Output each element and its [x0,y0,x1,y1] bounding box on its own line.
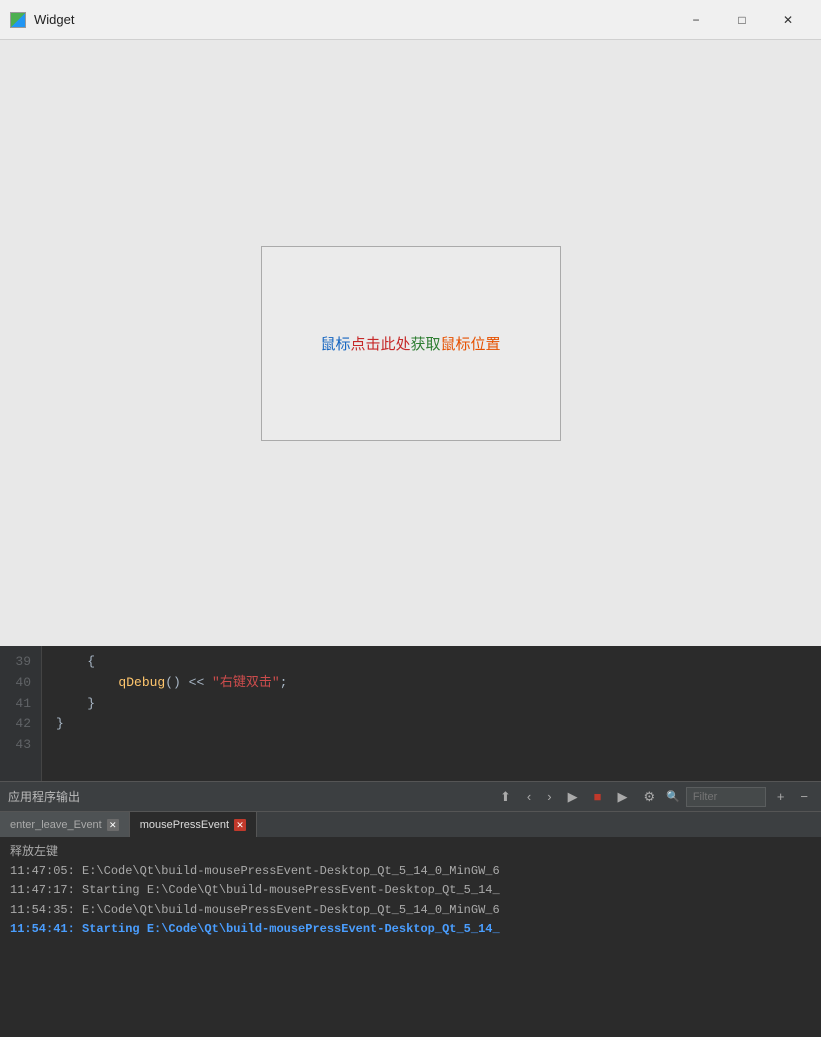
output-line-1: 释放左键 [10,843,811,862]
code-line-41: } [56,694,807,715]
line-num: 41 [10,694,31,715]
code-line-39: { [56,652,807,673]
filter-input[interactable] [686,787,766,807]
line-num: 40 [10,673,31,694]
line-num: 39 [10,652,31,673]
output-line-3: 11:47:05: E:\Code\Qt\build-mousePressEve… [10,862,811,881]
tab-close-mouse-press[interactable]: ✕ [234,819,246,831]
widget-text-part2: 点击此处 [350,333,410,354]
panel-title: 应用程序输出 [8,788,489,805]
widget-label: 鼠标点击此处获取鼠标位置 [320,333,500,354]
window-title: Widget [34,12,673,27]
add-panel-btn[interactable]: + [772,787,790,806]
minimize-button[interactable]: − [673,5,719,35]
widget-area: 鼠标点击此处获取鼠标位置 [0,40,821,646]
close-button[interactable]: ✕ [765,5,811,35]
code-content: { qDebug() << "右键双击"; } } [42,646,821,781]
widget-text-part3: 获取 [411,333,441,354]
widget-text-part1: 鼠标 [320,333,350,354]
toolbar-stop-btn[interactable]: ■ [589,787,607,806]
toolbar-back-btn[interactable]: ‹ [522,787,536,806]
tab-label-mouse-press: mousePressEvent [140,819,229,831]
line-numbers: 39 40 41 42 43 [0,646,42,781]
code-editor: 39 40 41 42 43 { qDebug() << "右键双击"; } } [0,646,821,781]
tab-mouse-press-event[interactable]: mousePressEvent ✕ [130,812,257,838]
maximize-button[interactable]: □ [719,5,765,35]
mouse-position-widget[interactable]: 鼠标点击此处获取鼠标位置 [261,246,561,441]
output-content: 释放左键 11:47:05: E:\Code\Qt\build-mousePre… [0,837,821,1037]
line-num: 43 [10,735,31,756]
code-line-42: } [56,714,807,735]
toolbar-forward-btn[interactable]: › [542,787,556,806]
toolbar-upload-btn[interactable]: ⬆ [495,787,516,807]
tab-enter-leave-event[interactable]: enter_leave_Event ✕ [0,812,130,838]
output-line-5: 11:47:17: Starting E:\Code\Qt\build-mous… [10,881,811,900]
filter-icon: 🔍 [666,790,680,803]
output-line-8: 11:54:41: Starting E:\Code\Qt\build-mous… [10,920,811,939]
remove-panel-btn[interactable]: − [795,787,813,806]
output-line-6: 11:54:35: E:\Code\Qt\build-mousePressEve… [10,901,811,920]
tab-label-enter-leave: enter_leave_Event [10,819,102,831]
toolbar-settings-btn[interactable]: ⚙ [638,787,660,807]
bottom-panel: 应用程序输出 ⬆ ‹ › ▶ ■ ▶ ⚙ 🔍 + − enter_leave_E… [0,781,821,1037]
toolbar-play-btn[interactable]: ▶ [563,787,583,807]
code-line-40: qDebug() << "右键双击"; [56,673,807,694]
window-controls: − □ ✕ [673,5,811,35]
widget-text-part4: 鼠标位置 [441,333,501,354]
tabs-bar: enter_leave_Event ✕ mousePressEvent ✕ [0,811,821,837]
tab-close-enter-leave[interactable]: ✕ [107,819,119,831]
panel-toolbar: 应用程序输出 ⬆ ‹ › ▶ ■ ▶ ⚙ 🔍 + − [0,781,821,811]
toolbar-debug-btn[interactable]: ▶ [612,787,632,807]
app-icon [10,12,26,28]
line-num: 42 [10,714,31,735]
title-bar: Widget − □ ✕ [0,0,821,40]
